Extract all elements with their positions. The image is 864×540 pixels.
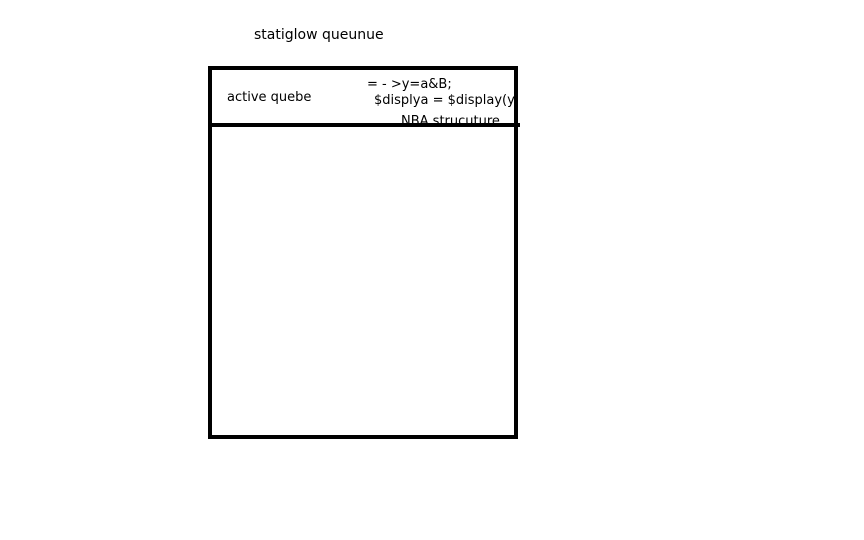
code-line-1: = - >y=a&B;	[367, 77, 452, 92]
nba-structure-label: NBA strucuture	[401, 114, 500, 123]
diagram-title: statiglow queunue	[254, 27, 384, 43]
code-line-2: $displya = $display(y);	[374, 93, 514, 108]
queue-header: active quebe = - >y=a&B; $displya = $dis…	[212, 70, 514, 123]
header-divider	[208, 123, 520, 127]
active-queue-label: active quebe	[227, 90, 312, 105]
